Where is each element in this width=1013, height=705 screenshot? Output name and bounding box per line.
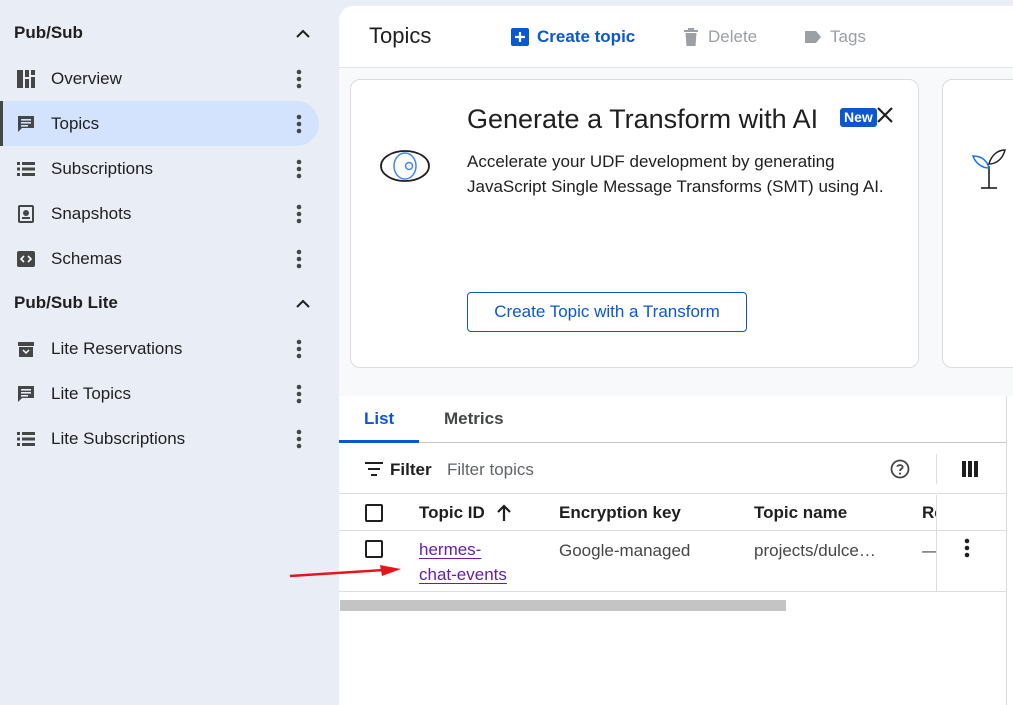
delete-button[interactable]: Delete bbox=[682, 25, 757, 49]
topic-icon bbox=[16, 384, 36, 404]
column-header-topic-id[interactable]: Topic ID bbox=[419, 503, 485, 523]
more-vert-icon[interactable] bbox=[292, 248, 306, 270]
create-topic-button[interactable]: Create topic bbox=[511, 25, 635, 49]
card-title: Generate a Transform with AI bbox=[467, 104, 819, 134]
tags-button[interactable]: Tags bbox=[804, 25, 866, 49]
trash-icon bbox=[682, 28, 700, 46]
sidebar-item-label: Lite Topics bbox=[51, 383, 132, 403]
add-box-icon bbox=[511, 28, 529, 46]
sidebar-item-label: Lite Reservations bbox=[51, 338, 183, 358]
more-vert-icon[interactable] bbox=[964, 538, 978, 560]
sidebar-item-label: Lite Subscriptions bbox=[51, 428, 186, 448]
more-vert-icon[interactable] bbox=[292, 113, 306, 135]
tags-label: Tags bbox=[830, 27, 866, 46]
sidebar-item-subscriptions[interactable]: Subscriptions bbox=[0, 146, 319, 191]
arrow-up-icon[interactable] bbox=[496, 504, 512, 522]
new-badge: New bbox=[840, 108, 877, 127]
sidebar-item-lite-reservations[interactable]: Lite Reservations bbox=[0, 326, 319, 371]
sticky-column-divider bbox=[936, 495, 937, 592]
more-vert-icon[interactable] bbox=[292, 68, 306, 90]
section-header-pubsub-lite[interactable]: Pub/Sub Lite bbox=[14, 291, 311, 315]
select-all-checkbox[interactable] bbox=[365, 504, 383, 522]
more-vert-icon[interactable] bbox=[292, 383, 306, 405]
column-display-icon[interactable] bbox=[962, 461, 978, 477]
secondary-card bbox=[942, 79, 1013, 368]
create-topic-with-transform-button[interactable]: Create Topic with a Transform bbox=[467, 292, 747, 332]
sidebar-item-label: Overview bbox=[51, 68, 122, 88]
active-tab-indicator bbox=[339, 440, 419, 443]
sidebar-item-label: Schemas bbox=[51, 248, 122, 268]
sidebar-item-lite-topics[interactable]: Lite Topics bbox=[0, 371, 319, 416]
list-icon bbox=[16, 429, 36, 449]
filter-bar: Filter Filter topics bbox=[339, 444, 1007, 494]
sidebar-item-schemas[interactable]: Schemas bbox=[0, 236, 319, 281]
ai-transform-card: Generate a Transform with AI New Acceler… bbox=[350, 79, 919, 368]
more-vert-icon[interactable] bbox=[292, 203, 306, 225]
filter-icon[interactable] bbox=[365, 462, 383, 476]
sidebar-item-lite-subscriptions[interactable]: Lite Subscriptions bbox=[0, 416, 319, 461]
sidebar-item-label: Topics bbox=[51, 113, 100, 133]
topic-name-cell: projects/dulce… bbox=[754, 541, 876, 560]
retention-cell: — bbox=[922, 541, 936, 561]
page-title: Topics bbox=[369, 23, 432, 48]
chevron-up-icon[interactable] bbox=[295, 295, 311, 311]
tab-metrics[interactable]: Metrics bbox=[444, 409, 504, 429]
sidebar-item-topics[interactable]: Topics bbox=[0, 101, 319, 146]
delete-label: Delete bbox=[708, 27, 758, 46]
chevron-up-icon[interactable] bbox=[295, 25, 311, 41]
list-icon bbox=[16, 159, 36, 179]
filter-topics-input[interactable]: Filter topics bbox=[447, 460, 534, 480]
encryption-key-cell: Google-managed bbox=[559, 541, 691, 560]
plant-icon bbox=[967, 146, 1011, 190]
sidebar: Pub/Sub Overview Topics Subscriptions Sn… bbox=[0, 0, 339, 705]
column-header-encryption-key[interactable]: Encryption key bbox=[559, 503, 681, 523]
section-title: Pub/Sub Lite bbox=[14, 293, 118, 312]
topic-id-line1: hermes- bbox=[419, 540, 482, 559]
topic-id-line2: chat-events bbox=[419, 565, 507, 584]
sidebar-item-label: Subscriptions bbox=[51, 158, 154, 178]
table-row: hermes- chat-events Google-managed proje… bbox=[339, 532, 1007, 592]
divider bbox=[936, 454, 937, 484]
filter-label[interactable]: Filter bbox=[390, 460, 432, 480]
more-vert-icon[interactable] bbox=[292, 338, 306, 360]
topic-icon bbox=[16, 114, 36, 134]
table-header: Topic ID Encryption key Topic name Re bbox=[339, 495, 1007, 531]
main-panel: Topics Create topic Delete Tags Generate… bbox=[339, 6, 1013, 705]
more-vert-icon[interactable] bbox=[292, 428, 306, 450]
column-header-retention[interactable]: Re bbox=[922, 503, 936, 523]
more-vert-icon[interactable] bbox=[292, 158, 306, 180]
create-topic-label: Create topic bbox=[537, 27, 636, 46]
help-icon[interactable] bbox=[890, 459, 910, 479]
sidebar-item-snapshots[interactable]: Snapshots bbox=[0, 191, 319, 236]
sidebar-item-overview[interactable]: Overview bbox=[0, 56, 319, 101]
section-title: Pub/Sub bbox=[14, 23, 83, 42]
annotation-arrow-icon bbox=[289, 565, 401, 578]
divider bbox=[1006, 396, 1007, 705]
schema-icon bbox=[16, 249, 36, 269]
row-checkbox[interactable] bbox=[365, 540, 383, 558]
reservation-icon bbox=[16, 339, 36, 359]
snapshot-icon bbox=[16, 204, 36, 224]
section-header-pubsub[interactable]: Pub/Sub bbox=[14, 21, 311, 45]
card-description: Accelerate your UDF development by gener… bbox=[467, 152, 884, 196]
close-icon[interactable] bbox=[874, 104, 896, 126]
tag-icon bbox=[804, 28, 822, 46]
eye-icon bbox=[379, 148, 431, 184]
topic-id-link[interactable]: hermes- chat-events bbox=[419, 537, 519, 587]
tab-list[interactable]: List bbox=[364, 409, 394, 429]
tab-bar: List Metrics bbox=[339, 396, 1007, 443]
horizontal-scrollbar[interactable] bbox=[340, 600, 786, 611]
dashboard-icon bbox=[16, 69, 36, 89]
sidebar-item-label: Snapshots bbox=[51, 203, 132, 223]
column-header-topic-name[interactable]: Topic name bbox=[754, 503, 847, 523]
toolbar: Topics Create topic Delete Tags bbox=[339, 6, 1013, 68]
banner-area: Generate a Transform with AI New Acceler… bbox=[339, 68, 1013, 396]
